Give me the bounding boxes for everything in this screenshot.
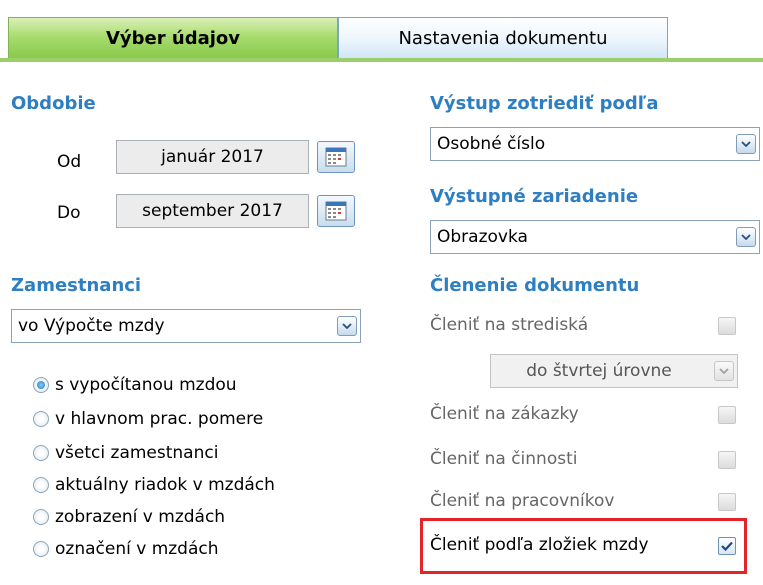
zamestnanci-title: Zamestnanci [11,275,142,296]
clenit-zakazky-checkbox[interactable] [718,406,736,424]
chevron-down-icon[interactable] [736,134,756,154]
radio-v-hlavnom-prac-pomere[interactable]: v hlavnom prac. pomere [33,409,263,429]
radio-icon [33,445,49,461]
clenit-pracovnikov-checkbox[interactable] [718,493,736,511]
chevron-down-icon[interactable] [714,361,734,381]
tab-label: Výber údajov [105,28,240,49]
clenit-strediska-checkbox[interactable] [718,317,736,335]
vystupne-zariadenie-value: Obrazovka [437,227,528,247]
radio-icon [33,541,49,557]
radio-selected-icon [33,377,49,393]
radio-label: s vypočítanou mzdou [55,375,237,395]
calendar-icon [325,201,347,221]
highlight-frame [420,518,747,574]
radio-s-vypocitanou-mzdou[interactable]: s vypočítanou mzdou [33,375,237,395]
vystupne-zariadenie-select[interactable]: Obrazovka [430,220,760,254]
radio-label: označení v mzdách [55,539,219,559]
vystupne-zariadenie-title: Výstupné zariadenie [430,186,639,207]
od-date-value: január 2017 [161,147,264,167]
clenit-strediska-label: Členiť na strediská [430,315,589,335]
chevron-down-icon[interactable] [337,316,357,336]
do-label: Do [57,203,81,223]
do-date-field[interactable]: september 2017 [116,194,309,228]
vystup-zotriedit-select[interactable]: Osobné číslo [430,127,760,161]
chevron-down-icon[interactable] [736,227,756,247]
tab-vyber-udajov[interactable]: Výber údajov [8,17,338,59]
od-calendar-button[interactable] [317,141,355,173]
clenit-zakazky-label: Členiť na zákazky [430,404,579,424]
tab-underline [0,58,763,62]
do-date-value: september 2017 [142,201,283,221]
radio-icon [33,477,49,493]
radio-label: v hlavnom prac. pomere [55,409,264,429]
radio-aktualny-riadok[interactable]: aktuálny riadok v mzdách [33,475,275,495]
radio-zobrazeni-v-mzdach[interactable]: zobrazení v mzdách [33,507,225,527]
clenit-pracovnikov-label: Členiť na pracovníkov [430,491,615,511]
radio-label: zobrazení v mzdách [55,507,226,527]
zamestnanci-selected-value: vo Výpočte mzdy [18,316,165,336]
tab-nastavenia-dokumentu[interactable]: Nastavenia dokumentu [338,17,668,59]
od-label: Od [57,152,82,172]
calendar-icon [325,147,347,167]
clenit-cinnosti-checkbox[interactable] [718,451,736,469]
radio-label: všetci zamestnanci [55,443,219,463]
radio-oznaceni-v-mzdach[interactable]: označení v mzdách [33,539,219,559]
od-date-field[interactable]: január 2017 [116,140,309,174]
vystup-zotriedit-value: Osobné číslo [437,134,546,154]
radio-label: aktuálny riadok v mzdách [55,475,275,495]
clenenie-title: Členenie dokumentu [430,275,640,296]
radio-icon [33,509,49,525]
radio-icon [33,411,49,427]
radio-vsetci-zamestnanci[interactable]: všetci zamestnanci [33,443,218,463]
zamestnanci-select[interactable]: vo Výpočte mzdy [11,309,361,343]
do-calendar-button[interactable] [317,195,355,227]
obdobie-title: Obdobie [11,93,96,114]
vystup-zotriedit-title: Výstup zotriediť podľa [430,93,659,114]
uroven-value: do štvrtej úrovne [526,361,672,381]
tab-label: Nastavenia dokumentu [398,28,608,49]
clenit-cinnosti-label: Členiť na činnosti [430,449,578,469]
uroven-select[interactable]: do štvrtej úrovne [490,354,738,388]
